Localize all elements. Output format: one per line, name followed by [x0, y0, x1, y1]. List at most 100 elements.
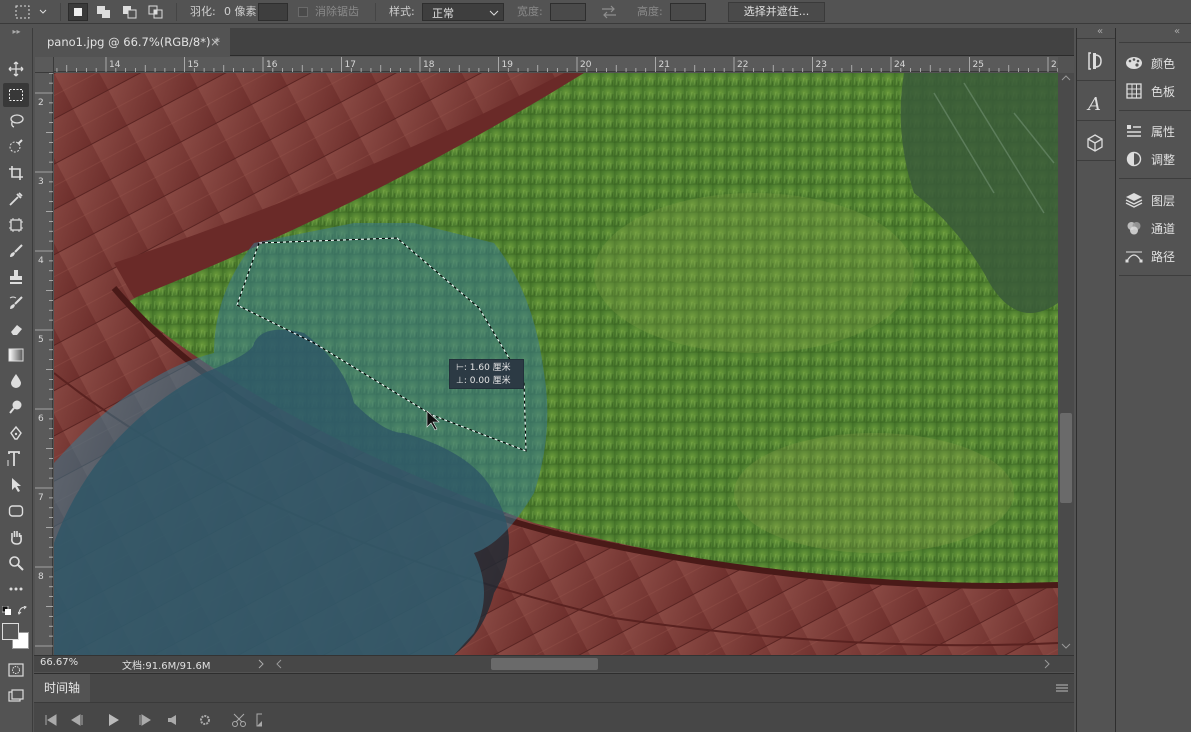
eyedropper-tool[interactable]	[3, 187, 29, 211]
adjustments-panel-label: 调整	[1151, 152, 1176, 167]
pen-icon	[10, 425, 22, 440]
channels-panel-button[interactable]: 通道	[1116, 215, 1191, 241]
hand-tool[interactable]	[3, 525, 29, 549]
status-menu-chevron-icon[interactable]	[256, 658, 266, 670]
subtract-from-selection-button[interactable]	[120, 3, 140, 21]
audio-icon[interactable]	[168, 715, 176, 725]
select-and-mask-button[interactable]: 选择并遮住...	[728, 2, 825, 22]
document-tab-bar: pano1.jpg @ 66.7%(RGB/8*) * ×	[34, 28, 1074, 56]
properties-panel-button[interactable]: 属性	[1116, 118, 1191, 144]
quick-selection-tool[interactable]	[3, 135, 29, 159]
add-selection-icon	[97, 6, 110, 18]
feather-input-box[interactable]	[258, 3, 288, 21]
collapse-strip-icon[interactable]: «	[1097, 26, 1103, 37]
intersect-selection-button[interactable]	[146, 3, 166, 21]
type-tool[interactable]	[3, 447, 29, 471]
adjustments-panel-button[interactable]: 调整	[1116, 146, 1191, 172]
shape-tool[interactable]	[3, 499, 29, 523]
zoom-tool[interactable]	[3, 551, 29, 575]
scroll-left-icon[interactable]	[274, 658, 284, 670]
screen-mode-button[interactable]	[3, 684, 29, 708]
antialias-checkbox[interactable]	[298, 7, 308, 17]
3d-panel-button[interactable]	[1083, 132, 1109, 156]
marquee-preset-picker[interactable]	[14, 4, 50, 20]
pen-tool[interactable]	[3, 421, 29, 445]
gradient-tool[interactable]	[3, 343, 29, 367]
play-icon[interactable]	[109, 714, 119, 726]
document-info[interactable]: 文档:91.6M/91.6M	[122, 657, 211, 672]
ruler-label: 24	[894, 60, 906, 70]
color-panel-button[interactable]: 颜色	[1116, 50, 1191, 76]
foreground-color-swatch[interactable]	[2, 623, 19, 640]
history-panel-button[interactable]	[1083, 50, 1109, 74]
screen-mode-icon	[8, 689, 24, 702]
dodge-tool[interactable]	[3, 395, 29, 419]
document-tab[interactable]: pano1.jpg @ 66.7%(RGB/8*) * ×	[34, 28, 230, 56]
history-brush-tool[interactable]	[3, 291, 29, 315]
first-frame-icon[interactable]	[45, 714, 57, 726]
eraser-tool[interactable]	[3, 317, 29, 341]
close-icon[interactable]: ×	[210, 28, 220, 56]
paths-pen-icon	[1125, 251, 1143, 263]
scroll-up-icon[interactable]	[1058, 73, 1074, 83]
quick-mask-icon	[8, 663, 24, 677]
vertical-ruler[interactable]: 2 3 4 5 6 7 8	[35, 73, 53, 655]
history-brush-icon	[9, 296, 23, 309]
next-frame-icon[interactable]	[139, 714, 151, 726]
move-tool[interactable]	[3, 57, 29, 81]
character-panel-button[interactable]: A	[1083, 92, 1109, 116]
path-selection-tool[interactable]	[3, 473, 29, 497]
swatches-panel-button[interactable]: 色板	[1116, 78, 1191, 104]
split-scissors-icon[interactable]	[232, 713, 246, 727]
paths-panel-button[interactable]: 路径	[1116, 243, 1191, 269]
previous-frame-icon[interactable]	[71, 714, 83, 726]
more-tools-button[interactable]	[3, 577, 29, 601]
rect-marquee-tool[interactable]	[3, 83, 29, 107]
scroll-right-icon[interactable]	[1042, 658, 1052, 670]
height-delta-icon: ⊥:	[456, 376, 467, 386]
horizontal-ruler[interactable]: 14 15 16 17 18 19 20 21 22 23 24 25 2	[54, 57, 1058, 72]
horizontal-scroll-thumb[interactable]	[491, 658, 598, 670]
swap-width-height-button[interactable]	[600, 4, 618, 20]
scroll-down-icon[interactable]	[1058, 641, 1074, 651]
ruler-label: 7	[38, 493, 44, 503]
quick-mask-button[interactable]	[3, 658, 29, 682]
status-bar: 66.67% 文档:91.6M/91.6M	[34, 655, 1074, 672]
transition-icon[interactable]	[256, 713, 262, 727]
antialias-label: 消除锯齿	[315, 5, 359, 18]
character-a-icon: A	[1086, 94, 1101, 115]
height-input[interactable]	[670, 3, 706, 21]
brush-tool[interactable]	[3, 239, 29, 263]
lasso-tool[interactable]	[3, 109, 29, 133]
blur-tool[interactable]	[3, 369, 29, 393]
subtract-selection-icon	[123, 6, 137, 19]
timeline-panel: 时间轴	[34, 673, 1074, 732]
ruler-corner	[35, 57, 54, 73]
vertical-scroll-thumb[interactable]	[1060, 413, 1072, 503]
width-input[interactable]	[550, 3, 586, 21]
toolbar-collapse-icon[interactable]: ▸▸	[0, 28, 33, 36]
ellipsis-icon	[9, 587, 23, 591]
style-select[interactable]: 正常	[422, 3, 504, 21]
swap-colors-icon[interactable]	[17, 605, 28, 616]
default-colors-icon[interactable]	[1, 605, 12, 616]
add-to-selection-button[interactable]	[94, 3, 114, 21]
new-selection-mode-button[interactable]	[68, 3, 88, 21]
settings-gear-icon[interactable]	[200, 715, 210, 725]
vertical-scrollbar[interactable]	[1058, 73, 1074, 655]
crop-tool[interactable]	[3, 161, 29, 185]
frame-tool[interactable]	[3, 213, 29, 237]
collapse-dock-icon[interactable]: «	[1174, 26, 1180, 37]
image-canvas[interactable]: ⊢: 1.60 厘米 ⊥: 0.00 厘米	[54, 73, 1058, 655]
timeline-tab[interactable]: 时间轴	[34, 674, 90, 702]
panel-menu-icon[interactable]	[1055, 683, 1069, 693]
layers-panel-button[interactable]: 图层	[1116, 187, 1191, 213]
quick-selection-icon	[9, 139, 23, 153]
photo-grass-deck	[54, 73, 1058, 655]
paths-panel-label: 路径	[1151, 249, 1176, 264]
ruler-label: 22	[737, 60, 748, 70]
eyedropper-icon	[9, 192, 23, 206]
feather-input[interactable]: 0 像素	[224, 0, 257, 24]
stamp-tool[interactable]	[3, 265, 29, 289]
zoom-level[interactable]: 66.67%	[40, 657, 78, 668]
